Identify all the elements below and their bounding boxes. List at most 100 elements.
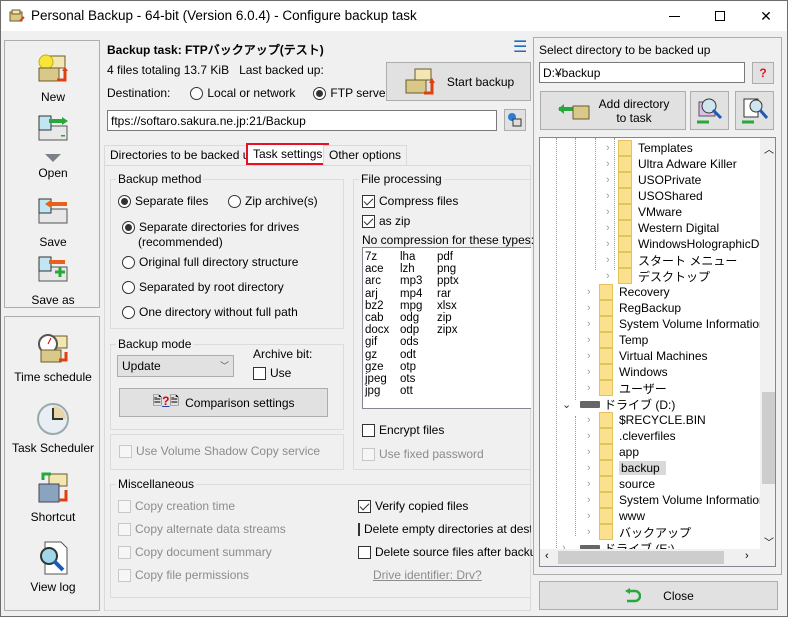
copy-doc-summary-checkbox[interactable] xyxy=(118,545,131,559)
comparison-settings-button[interactable]: 🗎?🗎 Comparison settings xyxy=(119,388,328,417)
collapse-chevron-icon[interactable]: › xyxy=(587,430,599,442)
zip-archive-radio[interactable] xyxy=(228,194,241,208)
vss-checkbox[interactable] xyxy=(119,444,132,458)
tree-item[interactable]: › USOShared xyxy=(606,188,703,204)
collapse-chevron-icon[interactable]: › xyxy=(587,334,599,346)
collapse-chevron-icon[interactable]: › xyxy=(587,286,599,298)
tree-item[interactable]: › Western Digital xyxy=(606,220,719,236)
maximize-button[interactable] xyxy=(697,1,743,31)
full-structure-radio[interactable] xyxy=(122,255,135,269)
open-dropdown-icon[interactable] xyxy=(45,154,61,162)
full-structure-option[interactable]: Original full directory structure xyxy=(122,255,298,269)
separate-dirs-option[interactable]: Separate directories for drives xyxy=(122,220,299,234)
tree-item[interactable]: › Virtual Machines xyxy=(587,348,708,364)
encrypt-files-option[interactable]: Encrypt files xyxy=(362,423,444,437)
copy-permissions-option[interactable]: Copy file permissions xyxy=(118,568,249,582)
collapse-chevron-icon[interactable]: › xyxy=(587,478,599,490)
tree-item[interactable]: › デスクトップ xyxy=(606,268,710,284)
vertical-scrollbar[interactable]: ︿ ﹀ xyxy=(760,138,775,549)
tree-item[interactable]: › .cleverfiles xyxy=(587,428,676,444)
compress-files-checkbox[interactable] xyxy=(362,194,375,208)
close-button[interactable]: Close xyxy=(539,581,778,610)
tree-item[interactable]: ⌄ ドライブ (D:) xyxy=(562,396,675,412)
tree-item[interactable]: › Temp xyxy=(587,332,648,348)
save-as-button[interactable]: Save as xyxy=(8,253,98,307)
collapse-chevron-icon[interactable]: › xyxy=(587,462,599,474)
tree-item[interactable]: › Windows xyxy=(587,364,668,380)
tree-item[interactable]: › ユーザー xyxy=(587,380,667,396)
dest-local-radio[interactable] xyxy=(190,86,204,100)
collapse-chevron-icon[interactable]: › xyxy=(587,350,599,362)
tree-item[interactable]: › System Volume Information xyxy=(587,492,766,508)
as-zip-checkbox[interactable] xyxy=(362,214,375,228)
minimize-button[interactable] xyxy=(651,1,697,31)
as-zip-option[interactable]: as zip xyxy=(362,214,410,228)
tree-item[interactable]: › WindowsHolographicDev xyxy=(606,236,772,252)
copy-ads-option[interactable]: Copy alternate data streams xyxy=(118,522,286,536)
drive-identifier-link[interactable]: Drive identifier: Drv? xyxy=(373,568,482,582)
copy-doc-summary-option[interactable]: Copy document summary xyxy=(118,545,272,559)
collapse-chevron-icon[interactable]: › xyxy=(606,238,618,250)
open-button[interactable]: Open xyxy=(8,112,98,180)
close-window-button[interactable]: ✕ xyxy=(743,1,788,31)
time-schedule-button[interactable]: Time schedule xyxy=(8,330,98,384)
directory-path-input[interactable]: D:¥backup xyxy=(539,62,745,83)
expand-chevron-icon[interactable]: ⌄ xyxy=(562,398,574,411)
vertical-scroll-thumb[interactable] xyxy=(762,392,775,484)
tree-item[interactable]: › スタート メニュー xyxy=(606,252,737,268)
separate-files-option[interactable]: Separate files xyxy=(118,194,208,208)
separate-files-radio[interactable] xyxy=(118,194,131,208)
delete-empty-option[interactable]: Delete empty directories at desti xyxy=(358,522,531,536)
scroll-left-icon[interactable]: ‹ xyxy=(545,550,549,562)
dest-ftp-radio[interactable] xyxy=(313,86,327,100)
tree-item[interactable]: › Ultra Adware Killer xyxy=(606,156,737,172)
root-dir-radio[interactable] xyxy=(122,280,135,294)
destination-url-input[interactable]: ftps://softaro.sakura.ne.jp:21/Backup xyxy=(107,110,497,131)
fixed-password-option[interactable]: Use fixed password xyxy=(362,447,484,461)
tree-item[interactable]: › $RECYCLE.BIN xyxy=(587,412,706,428)
task-scheduler-button[interactable]: Task Scheduler xyxy=(8,401,98,455)
encrypt-files-checkbox[interactable] xyxy=(362,423,375,437)
archive-bit-checkbox[interactable] xyxy=(253,366,266,380)
collapse-chevron-icon[interactable]: › xyxy=(587,510,599,522)
separate-dirs-radio[interactable] xyxy=(122,220,135,234)
vss-option[interactable]: Use Volume Shadow Copy service xyxy=(119,444,320,458)
no-compression-types-list[interactable]: 7z ace arc arj bz2 cab docx gif gz gze jpeg jpg lha… xyxy=(362,247,531,409)
delete-source-checkbox[interactable] xyxy=(358,545,371,559)
search-file-button[interactable] xyxy=(735,91,774,130)
root-dir-option[interactable]: Separated by root directory xyxy=(122,280,284,294)
collapse-chevron-icon[interactable]: › xyxy=(587,302,599,314)
copy-permissions-checkbox[interactable] xyxy=(118,568,131,582)
menu-icon[interactable]: ☰ xyxy=(513,37,527,57)
add-directory-button[interactable]: Add directory to task xyxy=(540,91,686,130)
compress-files-option[interactable]: Compress files xyxy=(362,194,458,208)
tree-item[interactable]: › www xyxy=(587,508,645,524)
tree-item[interactable]: › source xyxy=(587,476,655,492)
backup-mode-select[interactable]: Update ﹀ xyxy=(117,355,234,377)
view-log-button[interactable]: View log xyxy=(8,540,98,594)
save-button[interactable]: Save xyxy=(8,195,98,249)
help-button[interactable]: ? xyxy=(752,62,774,84)
delete-empty-checkbox[interactable] xyxy=(358,522,360,536)
dest-local-label[interactable]: Local or network xyxy=(207,86,295,100)
fixed-password-checkbox[interactable] xyxy=(362,447,375,461)
shortcut-button[interactable]: Shortcut xyxy=(8,470,98,524)
collapse-chevron-icon[interactable]: › xyxy=(606,174,618,186)
collapse-chevron-icon[interactable]: › xyxy=(587,382,599,394)
search-directory-button[interactable] xyxy=(690,91,729,130)
scroll-right-icon[interactable]: › xyxy=(745,550,749,562)
horizontal-scrollbar[interactable]: ‹ › xyxy=(540,549,775,566)
collapse-chevron-icon[interactable]: › xyxy=(587,446,599,458)
directory-tree[interactable]: › Templates › Ultra Adware Killer › USOPrivat… xyxy=(539,137,776,567)
new-button[interactable]: New xyxy=(8,50,98,104)
collapse-chevron-icon[interactable]: › xyxy=(606,254,618,266)
scroll-down-icon[interactable]: ﹀ xyxy=(764,534,774,549)
delete-source-option[interactable]: Delete source files after backup xyxy=(358,545,543,559)
collapse-chevron-icon[interactable]: › xyxy=(606,206,618,218)
collapse-chevron-icon[interactable]: › xyxy=(587,526,599,538)
verify-option[interactable]: Verify copied files xyxy=(358,499,468,513)
verify-checkbox[interactable] xyxy=(358,499,371,513)
collapse-chevron-icon[interactable]: › xyxy=(606,158,618,170)
copy-creation-time-option[interactable]: Copy creation time xyxy=(118,499,235,513)
collapse-chevron-icon[interactable]: › xyxy=(587,366,599,378)
